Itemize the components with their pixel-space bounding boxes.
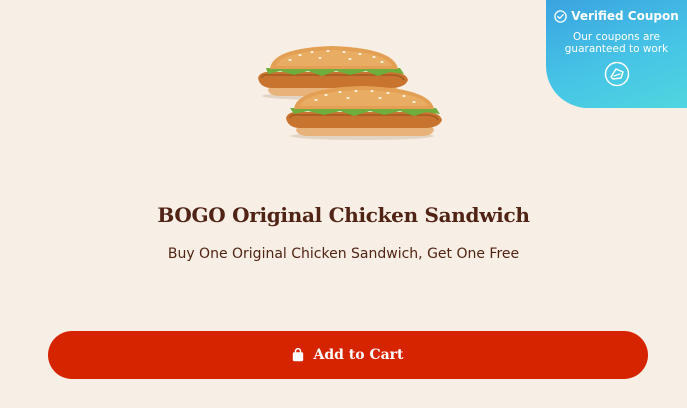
coupon-brand-icon [604,61,629,87]
badge-subtitle-line1: Our coupons are [573,31,660,43]
shopping-bag-icon [293,348,304,362]
product-image [258,46,442,140]
badge-title-row: Verified Coupon [546,9,687,23]
add-to-cart-button[interactable]: Add to Cart [48,331,648,379]
badge-title: Verified Coupon [571,9,679,23]
verified-coupon-badge: Verified Coupon Our coupons are guarante… [546,0,687,108]
offer-description: Buy One Original Chicken Sandwich, Get O… [167,246,520,262]
check-circle-icon [554,9,567,23]
badge-subtitle: Our coupons are guaranteed to work [546,31,687,55]
badge-subtitle-line2: guaranteed to work [564,43,669,55]
sandwich-front [286,86,442,140]
add-to-cart-label: Add to Cart [313,347,404,363]
offer-title: BOGO Original Chicken Sandwich [157,203,530,227]
